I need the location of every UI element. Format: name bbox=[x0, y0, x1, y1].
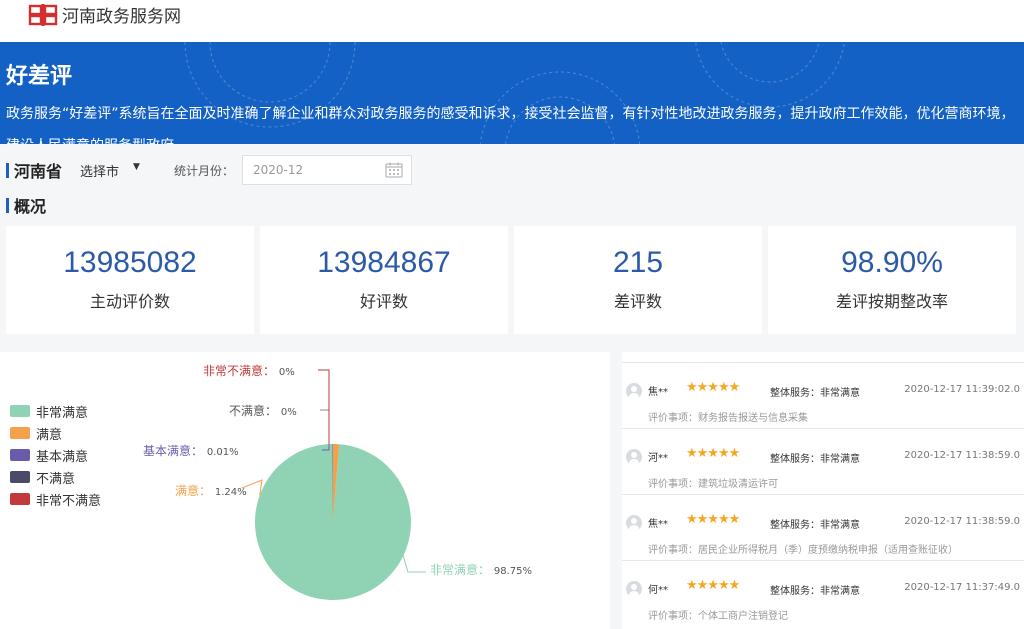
stat-label: 差评数 bbox=[613, 292, 662, 311]
stat-card-total: 13985082 主动评价数 bbox=[6, 226, 254, 334]
leader-line bbox=[402, 555, 426, 573]
review-subject: 评价事项：财务报告报送与信息采集 bbox=[648, 413, 808, 424]
overall-rating: 整体服务：非常满意 bbox=[770, 454, 860, 465]
chevron-down-icon[interactable]: ▼ bbox=[133, 162, 140, 172]
review-time: 2020-12-17 11:38:59.0 bbox=[904, 450, 1020, 461]
avatar bbox=[626, 581, 642, 597]
review-item[interactable]: 焦** ★★★★★ 整体服务：非常满意 2020-12-17 11:38:59.… bbox=[622, 494, 1024, 560]
stats-row: 13985082 主动评价数 13984867 好评数 215 差评数 98.9… bbox=[6, 226, 1024, 334]
site-name: 河南政务服务网 bbox=[62, 7, 181, 27]
reviewer-name: 焦** bbox=[648, 387, 668, 398]
pie-chart: 非常满意： 98.75% 满意： 1.24% 基本满意： 0.01% 不满意： 0% 非… bbox=[143, 363, 532, 600]
city-select[interactable]: 选择市 bbox=[80, 161, 119, 180]
calendar-icon[interactable] bbox=[385, 162, 403, 178]
review-subject: 评价事项：建筑垃圾清运许可 bbox=[648, 479, 778, 490]
avatar bbox=[626, 449, 642, 465]
review-list: 焦** ★★★★★ 整体服务：非常满意 2020-12-17 11:39:02.… bbox=[622, 352, 1024, 629]
review-subject: 评价事项：居民企业所得税月（季）度预缴纳税申报（适用查账征收） bbox=[648, 545, 958, 556]
filter-bar: 河南省 选择市 ▼ 统计月份： 2020-12 bbox=[0, 154, 1024, 186]
month-value: 2020-12 bbox=[252, 163, 304, 177]
reviewer-name: 何** bbox=[648, 585, 668, 596]
stat-label: 主动评价数 bbox=[89, 292, 170, 311]
reviewer-name: 焦** bbox=[648, 519, 668, 530]
logo-icon bbox=[28, 3, 58, 26]
stat-value: 98.90% bbox=[841, 246, 943, 279]
banner-title: 好差评 bbox=[6, 64, 73, 89]
data-label-satisfied: 满意： 1.24% bbox=[175, 483, 247, 498]
section-marker bbox=[6, 197, 9, 213]
rating-stars: ★★★★★ bbox=[686, 446, 740, 461]
stat-value: 13985082 bbox=[63, 246, 197, 279]
site-logo[interactable]: 河南政务服务网 bbox=[28, 2, 181, 27]
province-label: 河南省 bbox=[14, 162, 63, 181]
avatar bbox=[626, 515, 642, 531]
data-label-basically-satisfied: 基本满意： 0.01% bbox=[143, 443, 239, 458]
month-label: 统计月份： bbox=[173, 163, 234, 178]
review-item[interactable]: 河** ★★★★★ 整体服务：非常满意 2020-12-17 11:38:59.… bbox=[622, 428, 1024, 494]
review-item[interactable]: 焦** ★★★★★ 整体服务：非常满意 2020-12-17 11:39:02.… bbox=[622, 362, 1024, 428]
rating-stars: ★★★★★ bbox=[686, 578, 740, 593]
month-input[interactable]: 2020-12 bbox=[241, 155, 412, 185]
overview-title: 概况 bbox=[14, 197, 47, 216]
rating-stars: ★★★★★ bbox=[686, 512, 740, 527]
banner: 好差评 政务服务“好差评”系统旨在全面及时准确了解企业和群众对政务服务的感受和诉… bbox=[0, 42, 1024, 144]
stat-label: 差评按期整改率 bbox=[835, 292, 948, 311]
review-time: 2020-12-17 11:38:59.0 bbox=[904, 516, 1020, 527]
data-label-very-satisfied: 非常满意： 98.75% bbox=[430, 562, 532, 577]
data-label-very-dissatisfied: 非常不满意： 0% bbox=[203, 363, 295, 378]
review-item[interactable]: 何** ★★★★★ 整体服务：非常满意 2020-12-17 11:37:49.… bbox=[622, 560, 1024, 626]
overall-rating: 整体服务：非常满意 bbox=[770, 586, 860, 597]
leader-line bbox=[318, 369, 330, 444]
stat-label: 好评数 bbox=[359, 292, 408, 311]
satisfaction-chart: 非常满意 满意 基本满意 不满意 非常不满意 非常满意： 98.75% 满意： 1… bbox=[0, 352, 610, 629]
overview-header: 概况 bbox=[0, 193, 46, 217]
reviewer-name: 河** bbox=[648, 453, 668, 464]
banner-description: 政务服务“好差评”系统旨在全面及时准确了解企业和群众对政务服务的感受和诉求，接受… bbox=[6, 106, 1015, 144]
stat-value: 215 bbox=[612, 246, 664, 279]
overall-rating: 整体服务：非常满意 bbox=[770, 388, 860, 399]
review-time: 2020-12-17 11:37:49.0 bbox=[904, 582, 1020, 593]
section-marker bbox=[6, 162, 9, 178]
stat-card-good: 13984867 好评数 bbox=[260, 226, 508, 334]
review-subject: 评价事项：个体工商户注销登记 bbox=[648, 611, 788, 622]
stat-card-rectify-rate: 98.90% 差评按期整改率 bbox=[768, 226, 1016, 334]
avatar bbox=[626, 383, 642, 399]
review-time: 2020-12-17 11:39:02.0 bbox=[904, 384, 1020, 395]
data-label-dissatisfied: 不满意： 0% bbox=[229, 403, 297, 418]
overall-rating: 整体服务：非常满意 bbox=[770, 520, 860, 531]
stat-card-bad: 215 差评数 bbox=[514, 226, 762, 334]
stat-value: 13984867 bbox=[317, 246, 451, 279]
rating-stars: ★★★★★ bbox=[686, 380, 740, 395]
leader-line bbox=[320, 409, 330, 444]
top-header: 河南政务服务网 bbox=[0, 0, 1024, 42]
